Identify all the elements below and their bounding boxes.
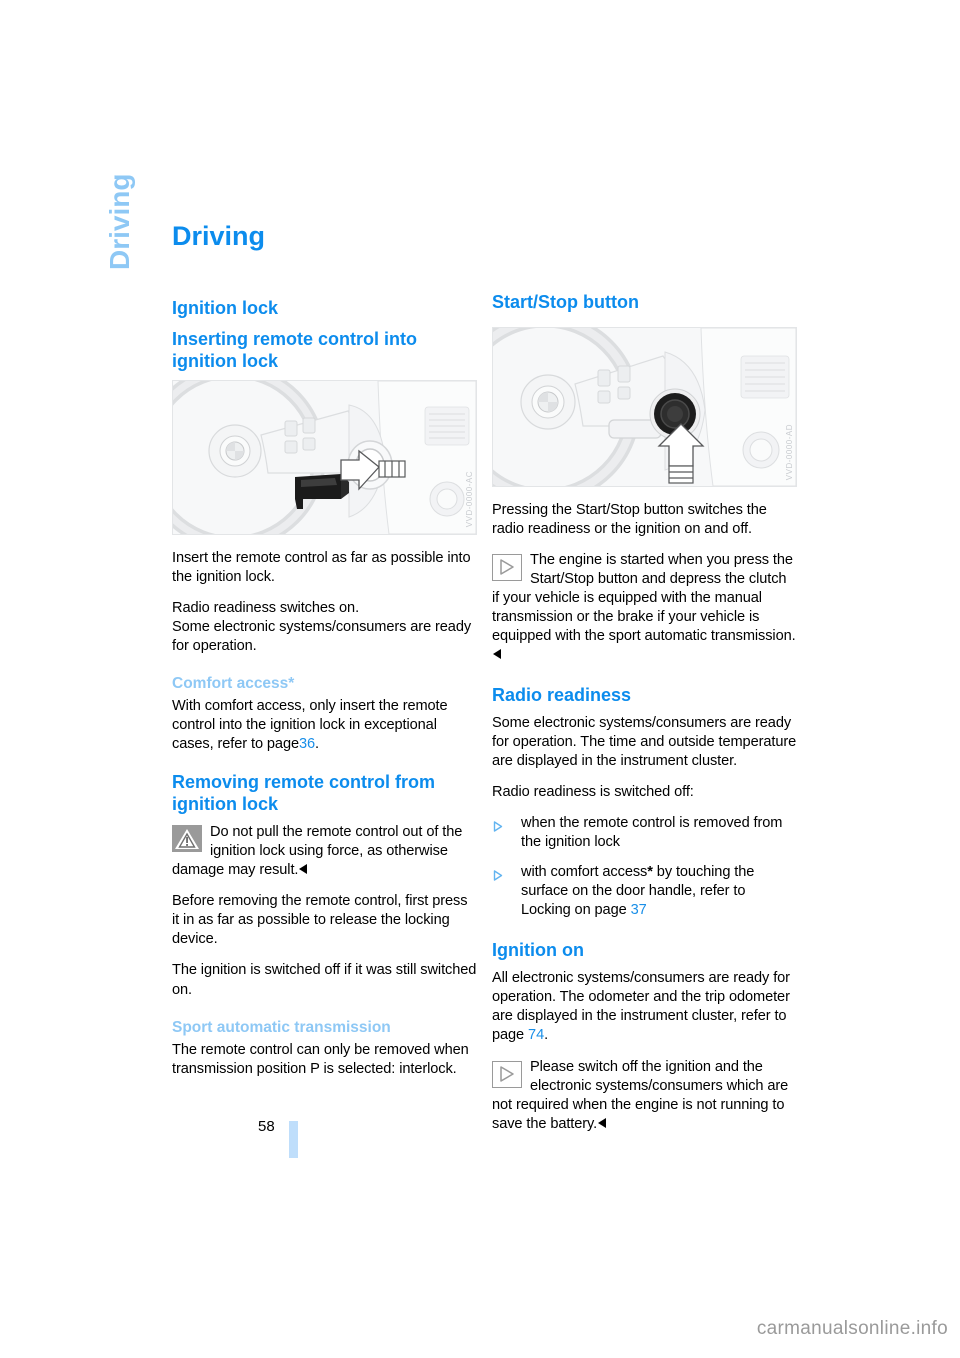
- note-text-switch-off-ignition: Please switch off the ignition and the e…: [492, 1058, 797, 1134]
- warning-text-do-not-pull: Do not pull the remote control out of th…: [172, 823, 477, 880]
- page-reference-37[interactable]: 37: [631, 902, 647, 918]
- paragraph-before-removing: Before removing the remote control, firs…: [172, 893, 468, 948]
- warning-block-do-not-pull: Do not pull the remote control out of th…: [172, 823, 477, 880]
- site-watermark: carmanualsonline.info: [756, 1318, 948, 1339]
- warning-text-content: Do not pull the remote control out of th…: [172, 824, 463, 879]
- paragraph-ignition-on-desc: All electronic systems/consumers are rea…: [492, 969, 797, 1045]
- note-play-icon: [492, 1060, 522, 1088]
- paragraph-insert-remote: Insert the remote control as far as poss…: [172, 549, 471, 585]
- page-edge-marker: [289, 1121, 298, 1158]
- paragraph-pressing-start-stop: Pressing the Start/Stop button switches …: [492, 501, 767, 537]
- right-column: Start/Stop button VVD-0000-AD Pressing t…: [492, 222, 797, 1146]
- list-item-label-before: with comfort access: [521, 864, 648, 881]
- section-heading-ignition-lock: Ignition lock: [172, 297, 278, 318]
- comfort-access-text-after: .: [315, 736, 320, 753]
- note-text-content: Please switch off the ignition and the e…: [492, 1058, 789, 1132]
- left-column: Driving Ignition lock Inserting remote c…: [172, 221, 477, 1091]
- triangle-bullet-icon: [493, 868, 503, 882]
- page-number: 58: [258, 1118, 275, 1135]
- chapter-tab-driving: Driving: [104, 173, 135, 270]
- paragraph-some-electronics-ready: Some electronic systems/consumers are re…: [172, 618, 472, 654]
- paragraph-sport-automatic: The remote control can only be removed w…: [172, 1042, 469, 1078]
- note-text-content: The engine is started when you press the…: [492, 552, 796, 645]
- page-reference-36[interactable]: 36: [299, 736, 315, 752]
- paragraph-comfort-access: With comfort access, only insert the rem…: [172, 697, 477, 754]
- end-of-note-marker: [299, 864, 308, 875]
- figure-ignition-lock: VVD-0000-AC: [172, 379, 477, 535]
- subsection-heading-ignition-on: Ignition on: [492, 940, 584, 961]
- figure-code: VVD-0000-AD: [785, 423, 794, 480]
- paragraph-ignition-switched-off: The ignition is switched off if it was s…: [172, 962, 477, 998]
- end-of-note-marker: [598, 1117, 607, 1128]
- list-item: with comfort access* by touching the sur…: [492, 863, 797, 920]
- manual-page: Driving Driving Ignition lock Inserting …: [0, 0, 960, 1358]
- note-text-engine-started: The engine is started when you press the…: [492, 551, 797, 665]
- note-block-switch-off-ignition: Please switch off the ignition and the e…: [492, 1058, 797, 1134]
- figure-code: VVD-0000-AC: [465, 471, 474, 528]
- paragraph-radio-readiness-on: Radio readiness switches on.: [172, 599, 360, 616]
- page-reference-74[interactable]: 74: [528, 1027, 544, 1043]
- subsection-heading-comfort-access: Comfort access*: [172, 674, 295, 692]
- subsection-heading-sport-automatic-transmission: Sport automatic transmission: [172, 1018, 391, 1036]
- end-of-note-marker: [493, 649, 501, 660]
- list-item-label: when the remote control is removed from …: [521, 815, 783, 851]
- subsection-heading-radio-readiness: Radio readiness: [492, 685, 632, 706]
- subsection-heading-inserting-remote-control: Inserting remote control into ignition l…: [172, 328, 418, 371]
- warning-triangle-icon: [172, 825, 202, 853]
- section-heading-start-stop-button: Start/Stop button: [492, 292, 639, 312]
- paragraph-radio-readiness-off: Radio readiness is switched off:: [492, 784, 694, 801]
- start-stop-button-illustration: [493, 327, 796, 486]
- ignition-on-text-after: .: [544, 1027, 549, 1044]
- note-block-engine-started: The engine is started when you press the…: [492, 551, 797, 665]
- ignition-lock-illustration: [173, 380, 476, 534]
- figure-start-stop-button: VVD-0000-AD: [492, 326, 797, 487]
- page-title: Driving: [172, 221, 266, 251]
- list-item: when the remote control is removed from …: [492, 814, 797, 852]
- subsection-heading-removing-remote-control: Removing remote control from ignition lo…: [172, 772, 436, 815]
- bullet-list-radio-readiness-off: when the remote control is removed from …: [492, 814, 797, 920]
- triangle-bullet-icon: [493, 819, 503, 832]
- paragraph-radio-readiness-desc: Some electronic systems/consumers are re…: [492, 715, 797, 770]
- note-play-icon: [492, 554, 522, 582]
